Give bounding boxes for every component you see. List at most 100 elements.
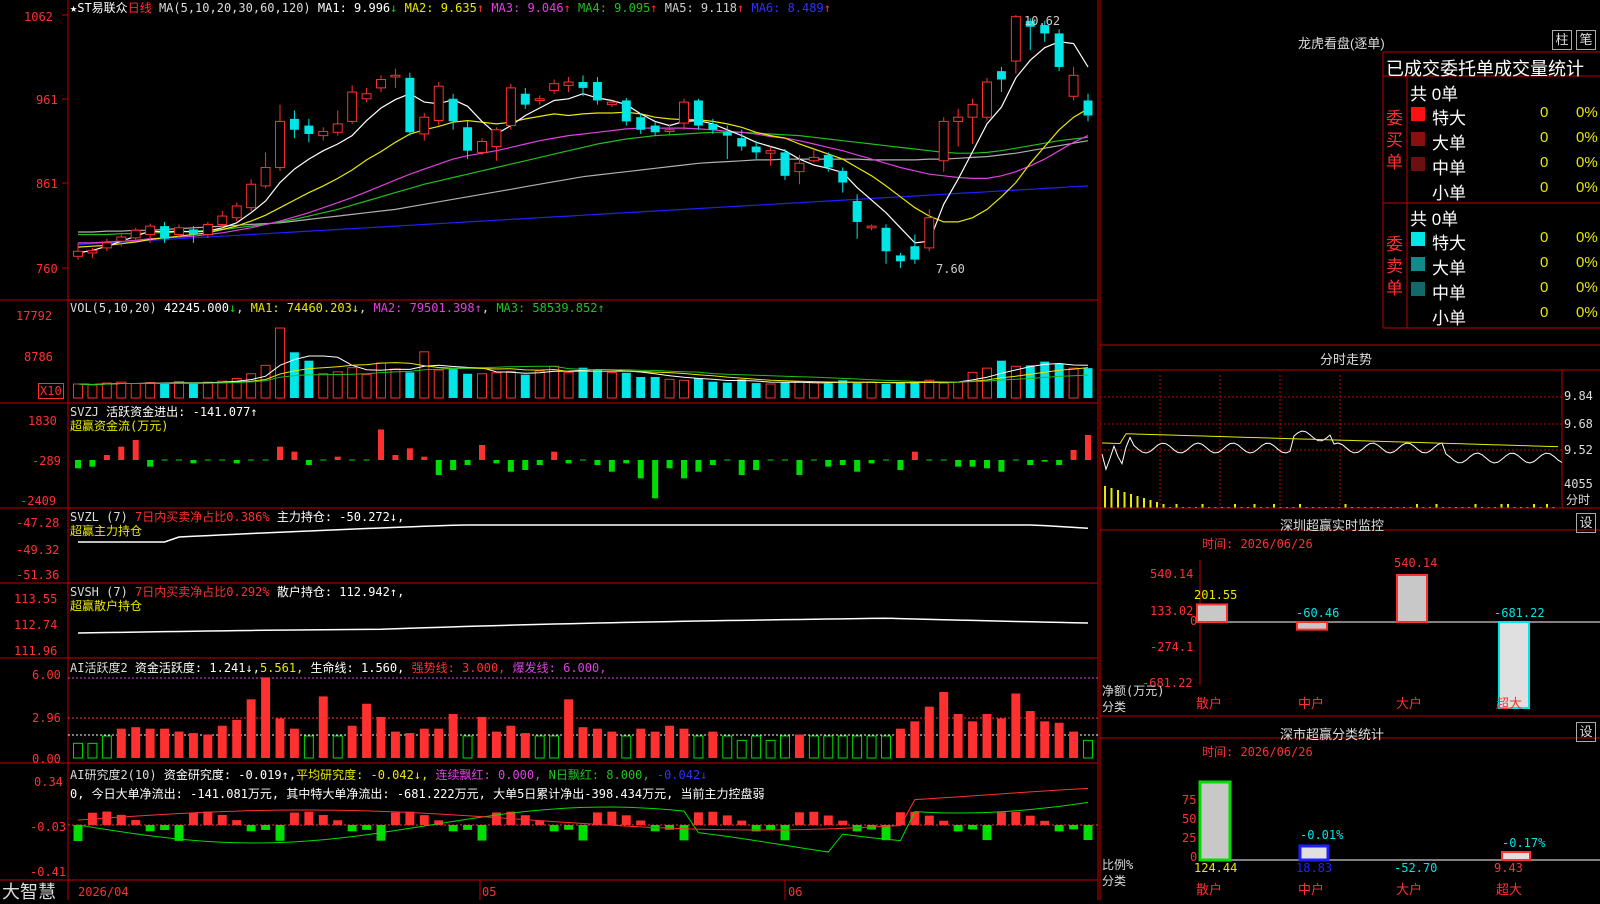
stats-settings-button[interactable]: 设 — [1576, 722, 1596, 742]
volume-bar — [896, 383, 905, 398]
volume-bar — [405, 372, 414, 398]
tick-mode-button[interactable]: 笔 — [1576, 30, 1596, 50]
monitor-settings-button[interactable]: 设 — [1576, 513, 1596, 533]
candle-body — [146, 226, 155, 234]
ai1-bar — [665, 726, 674, 758]
high-mark: 10.62 — [1024, 14, 1060, 28]
ai1-bar — [521, 733, 530, 758]
volume-bar — [478, 374, 487, 398]
intraday-vol-bar — [1273, 504, 1275, 508]
period-label[interactable]: 日线 — [128, 1, 152, 15]
ai1-tick-2: 2.96 — [32, 711, 61, 725]
volume-bar — [333, 372, 342, 398]
volume-bar — [247, 374, 256, 398]
intraday-vol-bar — [1137, 496, 1139, 508]
row-swatch — [1411, 157, 1425, 171]
candle-body — [405, 78, 414, 132]
candle-body — [838, 171, 847, 183]
ai2-bar — [1084, 825, 1093, 840]
stock-name[interactable]: ★ST易联众 — [70, 1, 128, 15]
row-swatch — [1411, 132, 1425, 146]
ai1-bar — [983, 714, 992, 758]
row-name: 大单 — [1432, 254, 1466, 279]
ai2-bar — [983, 825, 992, 840]
volume-bar — [1040, 362, 1049, 398]
sell-total: 共 0单 — [1410, 205, 1458, 230]
volume-bar — [954, 382, 963, 398]
panel-title: 龙虎看盘(逐单) — [1298, 33, 1385, 52]
intraday-vol-unit: 分时 — [1566, 493, 1590, 507]
volume-bar — [665, 379, 674, 398]
ai1-bar — [146, 729, 155, 758]
candle-body — [593, 82, 602, 100]
candle-body — [492, 130, 501, 147]
ma4-value: MA4: 9.095↑ — [578, 1, 657, 15]
volume-bar — [102, 383, 111, 398]
volume-bar — [622, 373, 631, 398]
volume-bar — [492, 373, 501, 398]
ai1-bar — [781, 736, 790, 758]
volume-bar — [420, 352, 429, 398]
volume-bar — [189, 383, 198, 398]
intraday-vol-bar — [1150, 500, 1152, 508]
stats-title: 深市超赢分类统计 — [1280, 724, 1384, 743]
ai1-bar — [910, 721, 919, 758]
ai2-bar — [420, 815, 429, 825]
ai1-bar — [377, 717, 386, 758]
candle-body — [88, 250, 97, 253]
ai2-bar — [290, 813, 299, 825]
row-p: 0% — [1576, 304, 1598, 321]
volume-bar — [1069, 368, 1078, 398]
candle-body — [333, 124, 342, 132]
candle-body — [247, 184, 256, 207]
volume-bar — [391, 369, 400, 398]
svsh-tick-2: 112.74 — [14, 618, 57, 632]
ai2-bar — [694, 812, 703, 825]
ma-line-ma10 — [78, 109, 1088, 247]
ai1-bar — [737, 740, 746, 758]
candle-body — [319, 131, 328, 135]
candle-body — [391, 75, 400, 77]
candle-body — [175, 228, 184, 235]
monitor-tick-4: -274.1 — [1150, 640, 1193, 654]
ai1-bar — [997, 718, 1006, 758]
volume-bar — [651, 377, 660, 398]
svzj-bar — [897, 460, 903, 470]
sell-side-label: 委卖单 — [1386, 234, 1406, 300]
candle-body — [708, 124, 717, 130]
svzj-bar — [1071, 450, 1077, 460]
svzj-bar — [378, 430, 384, 461]
volume-bar — [781, 383, 790, 398]
candle-body — [304, 126, 313, 134]
candle-body — [795, 163, 804, 171]
xaxis-label-3: 06 — [788, 885, 802, 899]
row-v: 0 — [1540, 229, 1548, 246]
category-label: 超大 — [1496, 698, 1522, 712]
ai2-bar — [74, 825, 83, 841]
ma-line-ma120 — [78, 186, 1088, 245]
ai2-bar — [564, 825, 573, 830]
ai1-bar — [463, 736, 472, 758]
svzj-bar — [739, 460, 745, 475]
ai2-bar — [622, 815, 631, 825]
bar-mode-button[interactable]: 柱 — [1552, 30, 1572, 50]
monitor-bar — [1197, 604, 1227, 622]
svzj-bar — [277, 447, 283, 460]
ai1-bar — [319, 696, 328, 758]
ai1-bar — [968, 721, 977, 758]
candle-body — [564, 82, 573, 85]
svsh-line — [78, 618, 1088, 633]
category-value: 201.55 — [1194, 588, 1237, 602]
svzj-bar — [436, 460, 442, 475]
row-p: 0% — [1576, 229, 1598, 246]
buy-side-label: 委买单 — [1386, 108, 1406, 174]
intraday-vol-bar — [1176, 504, 1178, 508]
intraday-vol-bar — [1436, 504, 1438, 508]
candle-body — [680, 102, 689, 123]
candle-body — [362, 94, 371, 99]
svzj-bar — [392, 455, 398, 460]
ma3-value: MA3: 9.046↑ — [491, 1, 570, 15]
ai1-bar — [478, 717, 487, 758]
volume-bar — [506, 371, 515, 398]
volume-bar — [968, 372, 977, 398]
